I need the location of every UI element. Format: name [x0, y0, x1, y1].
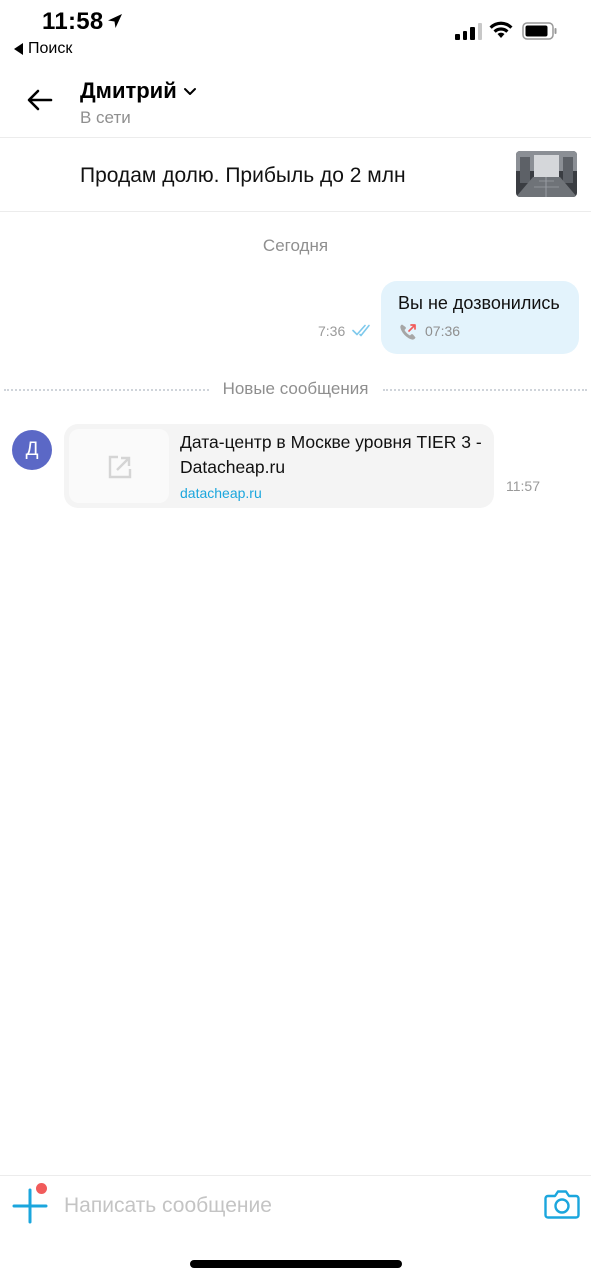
incoming-link-message[interactable]: Дата-центр в Москве уровня TIER 3 - Data… — [64, 424, 494, 508]
battery-icon — [522, 22, 557, 40]
listing-title: Продам долю. Прибыль до 2 млн — [80, 164, 406, 187]
back-app-label: Поиск — [28, 40, 73, 57]
chevron-down-icon — [183, 88, 196, 95]
incoming-message-time: 11:57 — [506, 478, 540, 494]
listing-thumbnail — [516, 151, 577, 197]
double-check-icon — [352, 324, 370, 337]
link-title[interactable]: Дата-центр в Москве уровня TIER 3 - Data… — [180, 430, 490, 480]
status-bar: 11:58 Поиск — [0, 0, 591, 70]
contact-status: В сети — [80, 108, 131, 127]
new-messages-label: Новые сообщения — [214, 379, 377, 398]
chat-header: Дмитрий В сети — [0, 70, 591, 138]
back-to-app-link[interactable]: Поиск — [14, 40, 72, 58]
back-triangle-icon — [14, 43, 23, 55]
avatar[interactable]: Д — [12, 430, 52, 470]
date-separator: Сегодня — [262, 236, 329, 255]
outgoing-message-bubble[interactable]: Вы не дозвонились 07:36 — [381, 281, 579, 354]
location-arrow-icon — [108, 14, 122, 28]
outgoing-message-text: Вы не дозвонились — [398, 293, 560, 313]
new-messages-divider: Новые сообщения — [0, 378, 591, 400]
listing-banner[interactable]: Продам долю. Прибыль до 2 млн — [0, 138, 591, 212]
contact-name: Дмитрий — [80, 78, 177, 103]
call-time: 07:36 — [425, 323, 461, 339]
link-preview-image — [69, 429, 169, 503]
home-indicator — [190, 1260, 402, 1268]
message-composer — [0, 1175, 591, 1280]
external-link-icon — [108, 455, 132, 479]
cellular-signal-icon — [455, 22, 482, 40]
notification-dot — [36, 1183, 47, 1194]
status-time: 11:58 — [42, 8, 104, 35]
link-domain[interactable]: datacheap.ru — [180, 485, 262, 501]
back-arrow-icon[interactable] — [24, 84, 56, 116]
message-input[interactable] — [64, 1190, 524, 1222]
outgoing-message-time: 7:36 — [318, 323, 346, 339]
camera-icon[interactable] — [544, 1188, 580, 1220]
missed-call-icon — [400, 324, 416, 340]
wifi-icon — [489, 21, 513, 38]
contact-name-dropdown[interactable]: Дмитрий — [80, 78, 197, 104]
plus-icon[interactable] — [10, 1184, 54, 1228]
